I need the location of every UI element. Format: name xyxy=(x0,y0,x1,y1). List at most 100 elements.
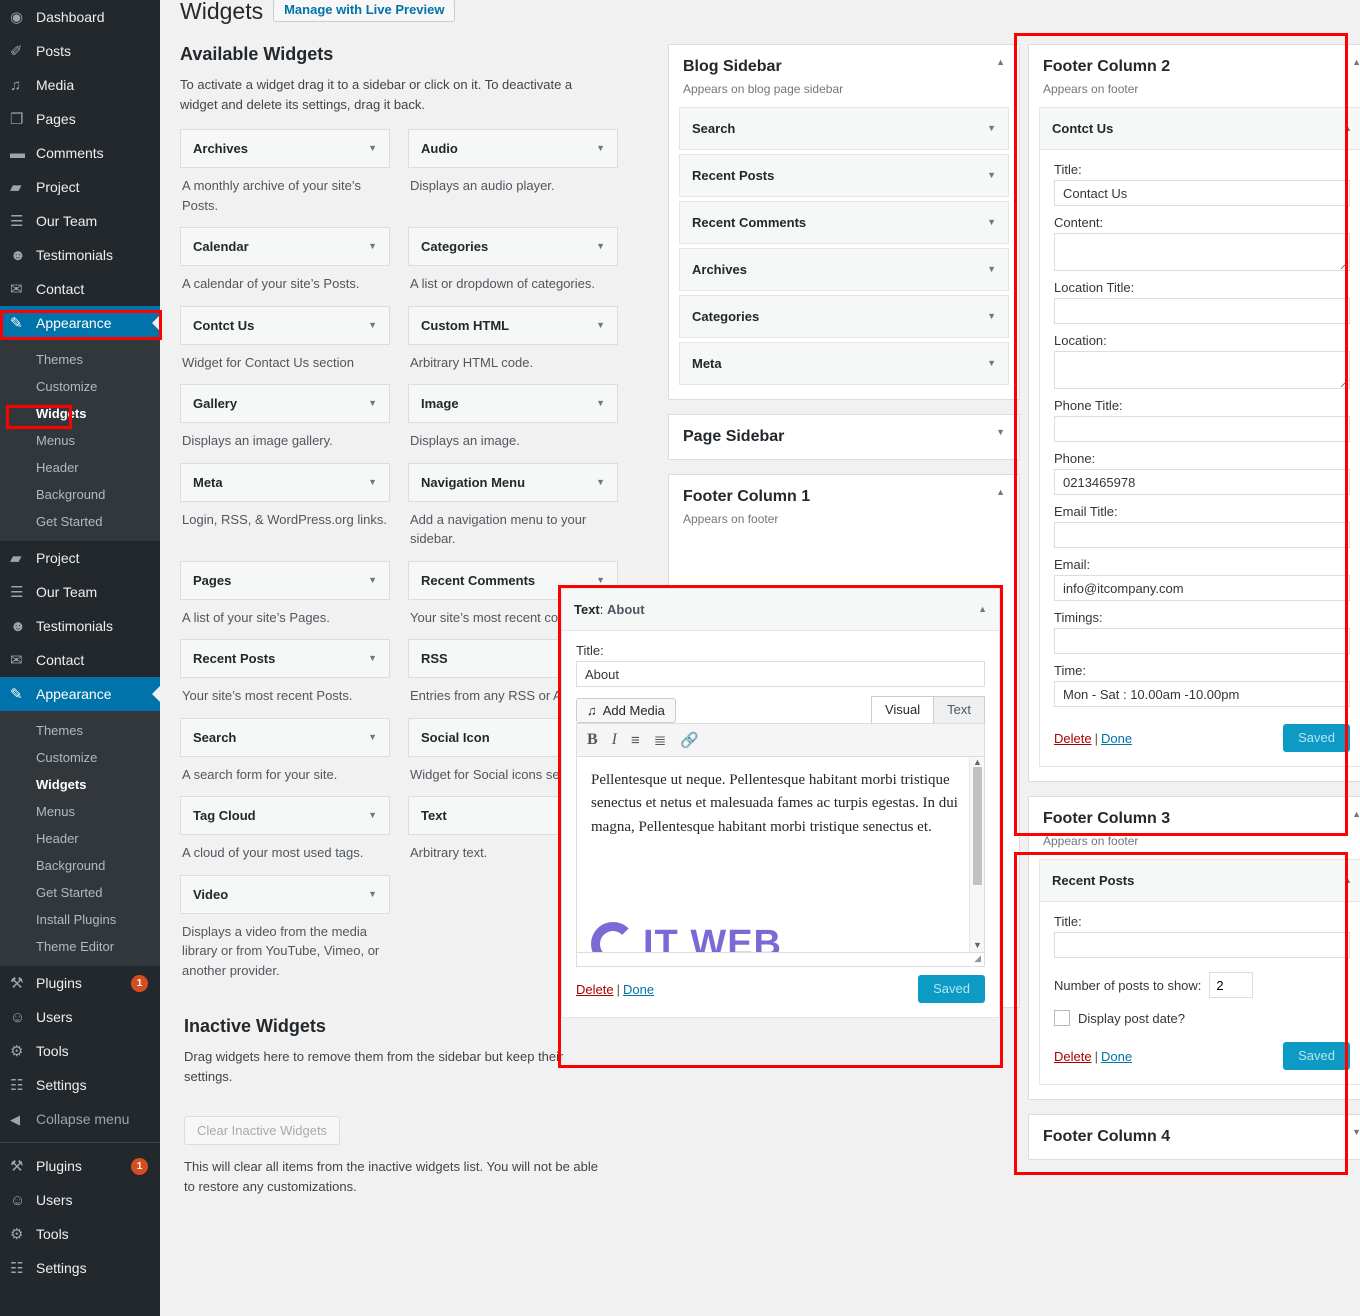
blog-sidebar-widget-recent-posts[interactable]: Recent Posts ▼ xyxy=(679,154,1009,197)
available-widget-contct-us[interactable]: Contct Us ▼ xyxy=(180,305,390,345)
bold-icon[interactable]: B xyxy=(587,731,598,749)
display-post-date-checkbox[interactable] xyxy=(1054,1010,1070,1026)
timings-input[interactable] xyxy=(1054,628,1350,654)
available-widget-gallery[interactable]: Gallery ▼ xyxy=(180,384,390,424)
available-widget-archives[interactable]: Archives ▼ xyxy=(180,129,390,169)
available-widget-pages[interactable]: Pages ▼ xyxy=(180,560,390,600)
submenu-item-header[interactable]: Header xyxy=(0,825,160,852)
saved-button[interactable]: Saved xyxy=(918,975,985,1003)
sidebar-item-our-team[interactable]: ☰ Our Team xyxy=(0,575,160,609)
tab-text[interactable]: Text xyxy=(933,696,985,723)
chevron-down-icon[interactable]: ▼ xyxy=(368,654,377,663)
manage-with-live-preview-button[interactable]: Manage with Live Preview xyxy=(273,0,456,22)
page-sidebar-header[interactable]: Page Sidebar ▼ xyxy=(669,415,1019,459)
editor-content-area[interactable]: Pellentesque ut neque. Pellentesque habi… xyxy=(576,757,985,953)
number-of-posts-input[interactable] xyxy=(1209,972,1254,998)
location-title-input[interactable] xyxy=(1054,298,1350,324)
chevron-down-icon[interactable]: ▼ xyxy=(987,359,996,368)
title-input[interactable] xyxy=(1054,180,1350,206)
available-widget-search[interactable]: Search ▼ xyxy=(180,717,390,757)
available-widget-video[interactable]: Video ▼ xyxy=(180,874,390,914)
sidebar-item-contact[interactable]: ✉ Contact xyxy=(0,643,160,677)
sidebar-item-plugins[interactable]: ⚒ Plugins 1 xyxy=(0,966,160,1000)
sidebar-item-tools[interactable]: ⚙ Tools xyxy=(0,1217,160,1251)
available-widget-calendar[interactable]: Calendar ▼ xyxy=(180,227,390,267)
time-input[interactable] xyxy=(1054,681,1350,707)
sidebar-item-project[interactable]: ▰ Project xyxy=(0,541,160,575)
chevron-down-icon[interactable]: ▼ xyxy=(996,428,1005,437)
blog-sidebar-widget-search[interactable]: Search ▼ xyxy=(679,107,1009,150)
delete-link[interactable]: Delete xyxy=(1054,1049,1092,1064)
sidebar-item-media[interactable]: ♫ Media xyxy=(0,68,160,102)
sidebar-item-appearance-1[interactable]: ✎ Appearance xyxy=(0,306,160,340)
sidebar-item-users[interactable]: ☺ Users xyxy=(0,1000,160,1034)
editor-scrollbar[interactable]: ▲ ▼ xyxy=(969,757,984,952)
chevron-down-icon[interactable]: ▼ xyxy=(596,320,605,330)
link-icon[interactable]: 🔗 xyxy=(680,731,699,749)
chevron-down-icon[interactable]: ▼ xyxy=(368,399,377,408)
submenu-item-background[interactable]: Background xyxy=(0,852,160,879)
chevron-down-icon[interactable]: ▼ xyxy=(368,242,377,251)
delete-link[interactable]: Delete xyxy=(1054,731,1092,746)
submenu-item-theme-editor[interactable]: Theme Editor xyxy=(0,933,160,960)
blog-sidebar-widget-meta[interactable]: Meta ▼ xyxy=(679,342,1009,385)
chevron-down-icon[interactable]: ▼ xyxy=(596,242,605,251)
available-widget-navigation-menu[interactable]: Navigation Menu ▼ xyxy=(408,462,618,502)
sidebar-item-project[interactable]: ▰ Project xyxy=(0,170,160,204)
location-textarea[interactable] xyxy=(1054,351,1350,389)
sidebar-item-settings[interactable]: ☷ Settings xyxy=(0,1251,160,1285)
submenu-item-install-plugins[interactable]: Install Plugins xyxy=(0,906,160,933)
available-widget-recent-posts[interactable]: Recent Posts ▼ xyxy=(180,639,390,679)
recent-posts-widget-header[interactable]: Recent Posts ▲ xyxy=(1040,860,1360,902)
submenu-item-header[interactable]: Header xyxy=(0,454,160,481)
chevron-up-icon[interactable]: ▲ xyxy=(996,488,1005,497)
chevron-down-icon[interactable]: ▼ xyxy=(368,575,377,585)
blog-sidebar-header[interactable]: Blog Sidebar Appears on blog page sideba… xyxy=(669,45,1019,107)
available-widget-audio[interactable]: Audio ▼ xyxy=(408,129,618,169)
text-about-widget-header[interactable]: Text: About ▲ xyxy=(562,589,999,631)
sidebar-item-comments[interactable]: ▬ Comments xyxy=(0,136,160,170)
chevron-up-icon[interactable]: ▲ xyxy=(1352,810,1360,819)
chevron-down-icon[interactable]: ▼ xyxy=(368,811,377,820)
email-input[interactable] xyxy=(1054,575,1350,601)
collapse-menu-button[interactable]: ◀ Collapse menu xyxy=(0,1102,160,1136)
sidebar-item-posts[interactable]: ✐ Posts xyxy=(0,34,160,68)
sidebar-item-appearance-2[interactable]: ✎ Appearance xyxy=(0,677,160,711)
chevron-up-icon[interactable]: ▲ xyxy=(1343,876,1352,885)
unordered-list-icon[interactable]: ≡ xyxy=(631,732,640,749)
phone-title-input[interactable] xyxy=(1054,416,1350,442)
footer-column-1-header[interactable]: Footer Column 1 Appears on footer ▲ xyxy=(669,475,1019,537)
submenu-item-themes[interactable]: Themes xyxy=(0,346,160,373)
blog-sidebar-widget-archives[interactable]: Archives ▼ xyxy=(679,248,1009,291)
content-textarea[interactable] xyxy=(1054,233,1350,271)
chevron-down-icon[interactable]: ▼ xyxy=(368,320,377,330)
chevron-down-icon[interactable]: ▼ xyxy=(368,144,377,153)
done-link[interactable]: Done xyxy=(1101,1049,1132,1064)
email-title-input[interactable] xyxy=(1054,522,1350,548)
sidebar-item-plugins[interactable]: ⚒ Plugins 1 xyxy=(0,1149,160,1183)
chevron-up-icon[interactable]: ▲ xyxy=(1343,124,1352,133)
submenu-item-get-started[interactable]: Get Started xyxy=(0,508,160,535)
add-media-button[interactable]: ♫ Add Media xyxy=(576,698,676,723)
phone-input[interactable] xyxy=(1054,469,1350,495)
italic-icon[interactable]: I xyxy=(612,731,617,749)
sidebar-item-dashboard[interactable]: ◉ Dashboard xyxy=(0,0,160,34)
available-widget-image[interactable]: Image ▼ xyxy=(408,384,618,424)
clear-inactive-widgets-button[interactable]: Clear Inactive Widgets xyxy=(184,1115,341,1145)
submenu-item-menus[interactable]: Menus xyxy=(0,798,160,825)
submenu-item-get-started[interactable]: Get Started xyxy=(0,879,160,906)
sidebar-item-our-team[interactable]: ☰ Our Team xyxy=(0,204,160,238)
chevron-down-icon[interactable]: ▼ xyxy=(596,399,605,408)
contact-us-widget-header[interactable]: Contct Us ▲ xyxy=(1040,108,1360,150)
sidebar-item-testimonials[interactable]: ☻ Testimonials xyxy=(0,238,160,272)
submenu-item-widgets[interactable]: Widgets xyxy=(0,771,160,798)
submenu-item-customize[interactable]: Customize xyxy=(0,373,160,400)
available-widget-custom-html[interactable]: Custom HTML ▼ xyxy=(408,305,618,345)
done-link[interactable]: Done xyxy=(1101,731,1132,746)
sidebar-item-pages[interactable]: ❐ Pages xyxy=(0,102,160,136)
chevron-down-icon[interactable]: ▼ xyxy=(368,889,377,899)
blog-sidebar-widget-categories[interactable]: Categories ▼ xyxy=(679,295,1009,338)
resize-grip-icon[interactable]: ◢ xyxy=(974,953,981,964)
submenu-item-widgets[interactable]: Widgets xyxy=(0,400,160,427)
sidebar-item-testimonials[interactable]: ☻ Testimonials xyxy=(0,609,160,643)
